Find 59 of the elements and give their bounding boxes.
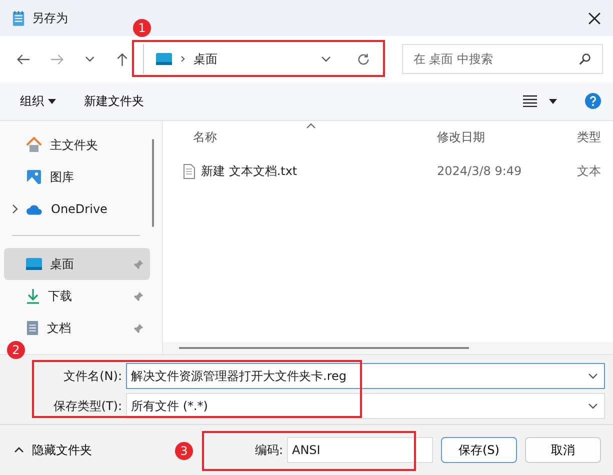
refresh-icon[interactable]	[357, 52, 370, 66]
column-header[interactable]: 类型	[577, 128, 613, 146]
breadcrumb-separator: ›	[180, 51, 186, 67]
notepad-icon	[12, 10, 25, 26]
sidebar-item[interactable]: 图库	[4, 161, 150, 193]
field-label: 文件名(N):	[62, 368, 123, 384]
download-icon	[26, 288, 40, 304]
search-icon	[578, 53, 591, 65]
back-arrow-icon[interactable]	[16, 52, 30, 66]
picture-icon	[26, 169, 42, 185]
file-name-field[interactable]: 解决文件资源管理器打开大文件夹卡.reg	[126, 363, 605, 389]
save-button[interactable]: 保存(S)	[441, 437, 517, 463]
list-view-icon[interactable]	[523, 95, 537, 107]
caret-icon[interactable]	[549, 98, 557, 104]
text-file-icon	[183, 164, 195, 178]
sidebar-item[interactable]: 桌面	[4, 248, 150, 280]
column-header[interactable]: 名称	[193, 128, 437, 146]
close-icon[interactable]	[588, 12, 601, 24]
desktop-icon	[26, 258, 42, 270]
chevron-down-icon[interactable]	[588, 373, 598, 379]
desktop-icon	[156, 53, 172, 65]
pin-icon[interactable]	[133, 322, 144, 334]
sort-up-icon	[306, 123, 316, 129]
file-type: 文本	[577, 162, 602, 180]
window-title: 另存为	[32, 10, 69, 26]
sidebar-item[interactable]: 主文件夹	[4, 129, 150, 161]
file-type-dropdown[interactable]: 所有文件 (*.*)	[126, 393, 605, 419]
field-label: 保存类型(T):	[52, 398, 123, 414]
sidebar-item[interactable]: 下载	[4, 280, 150, 312]
new-folder-button[interactable]: 新建文件夹	[82, 92, 148, 110]
document-icon	[26, 320, 39, 336]
file-date: 2024/3/8 9:49	[437, 164, 523, 178]
path-segment[interactable]: 桌面	[194, 50, 314, 68]
chevron-right-icon[interactable]	[12, 204, 18, 214]
scrollbar-thumb[interactable]	[152, 139, 154, 227]
home-icon	[26, 137, 42, 153]
cloud-icon	[26, 204, 43, 214]
encoding-dropdown[interactable]: ANSI	[287, 437, 433, 463]
search-field[interactable]: 在 桌面 中搜索	[402, 44, 603, 74]
up-arrow-icon[interactable]	[114, 52, 130, 66]
chevron-down-icon[interactable]	[84, 56, 95, 62]
organize-menu-button[interactable]: 组织	[18, 92, 48, 110]
address-bar[interactable]: › 桌面	[143, 44, 382, 74]
column-header[interactable]: 修改日期	[437, 128, 577, 146]
step-number-badge: 3	[175, 442, 193, 460]
scrollbar-thumb[interactable]	[179, 347, 469, 349]
sidebar-item[interactable]: 文档	[4, 312, 150, 344]
chevron-down-icon[interactable]	[588, 403, 598, 409]
caret-icon	[48, 98, 56, 104]
help-icon[interactable]	[585, 93, 601, 109]
encoding-label: 编码:	[254, 442, 283, 458]
chevron-down-icon[interactable]	[321, 56, 332, 62]
cancel-button[interactable]: 取消	[525, 437, 601, 463]
sidebar-item[interactable]: OneDrive	[4, 193, 150, 225]
step-number-badge: 2	[7, 341, 25, 359]
chevron-up-icon[interactable]	[14, 447, 24, 453]
pin-icon[interactable]	[133, 290, 144, 302]
file-name[interactable]: 新建 文本文档.txt	[201, 162, 298, 180]
hide-folders-button[interactable]: 隐藏文件夹	[32, 442, 92, 458]
